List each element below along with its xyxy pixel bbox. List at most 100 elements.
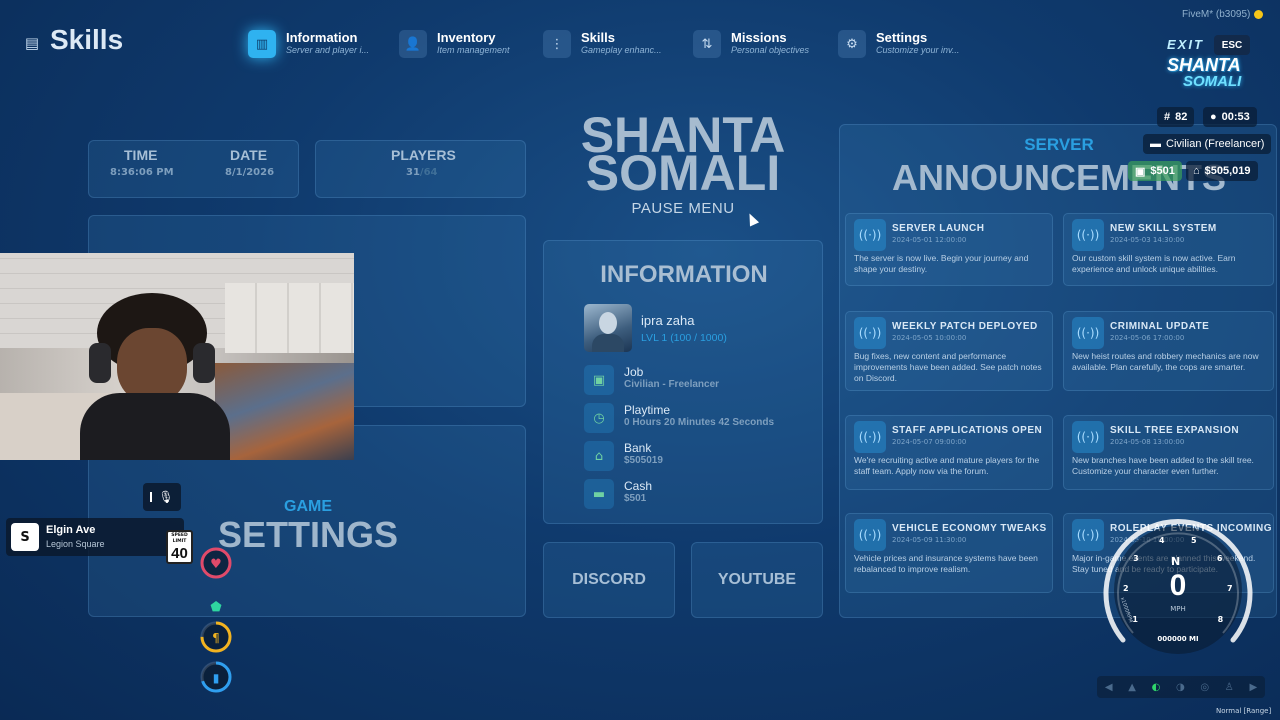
esc-button[interactable]: ESC xyxy=(1214,35,1250,55)
info-row-label: Playtime xyxy=(624,403,671,417)
announcement-body: We're recruiting active and mature playe… xyxy=(854,455,1040,476)
announcement-card[interactable]: ((·)) CRIMINAL UPDATE 2024-05-06 17:00:0… xyxy=(1063,311,1274,391)
time-value: 8:36:06 PM xyxy=(110,167,174,178)
broadcast-icon: ((·)) xyxy=(1072,317,1104,349)
skills-icon: ⋮ xyxy=(543,30,571,58)
player-avatar xyxy=(584,304,632,352)
map-icon: ▥ xyxy=(248,30,276,58)
streamer-silhouette xyxy=(75,273,235,460)
bank-icon: ⌂ xyxy=(1193,165,1200,177)
hash-icon: # xyxy=(1164,111,1171,123)
announcement-date: 2024-05-09 11:30:00 xyxy=(892,536,967,544)
time-date-panel: TIME 8:36:06 PM DATE 8/1/2026 xyxy=(88,140,299,198)
logo-line2: SOMALI xyxy=(1183,73,1242,90)
esc-label: ESC xyxy=(1221,39,1243,51)
announcement-body: Our custom skill system is now active. E… xyxy=(1072,253,1236,274)
nav-sub: Customize your inv... xyxy=(876,45,960,55)
speed-limit-sign: SPEED LIMIT 40 xyxy=(166,530,193,564)
nav-item-missions[interactable]: ⇅ Missions Personal objectives xyxy=(693,30,809,58)
gear-icon: ⚙ xyxy=(838,30,866,58)
nav-label: Settings xyxy=(876,30,928,45)
broadcast-icon: ((·)) xyxy=(1072,219,1104,251)
briefcase-icon: ▣ xyxy=(584,365,614,395)
info-row-label: Cash xyxy=(624,479,653,493)
nav-item-settings[interactable]: ⚙ Settings Customize your inv... xyxy=(838,30,959,58)
fivem-build-label: FiveM* (b3095) xyxy=(1182,9,1264,20)
webcam-overlay xyxy=(0,253,354,460)
information-title: INFORMATION xyxy=(600,261,768,288)
voice-bar-icon xyxy=(150,492,153,502)
announcement-body: The server is now live. Begin your journ… xyxy=(854,253,1029,274)
announcement-body: New branches have been added to the skil… xyxy=(1072,455,1254,476)
announcement-card[interactable]: ((·)) STAFF APPLICATIONS OPEN 2024-05-07… xyxy=(845,415,1053,490)
info-row-value: $501 xyxy=(624,493,647,504)
nav-item-information[interactable]: ▥ Information Server and player i... xyxy=(248,30,369,58)
speedometer: 12345678 N 0 MPH x1000RPM 000000 MI xyxy=(1093,515,1263,665)
player-name: ipra zaha xyxy=(641,313,695,328)
fivem-build-text: FiveM* (b3095) xyxy=(1182,9,1251,20)
announcement-title: STAFF APPLICATIONS OPEN xyxy=(892,425,1043,436)
announcement-card[interactable]: ((·)) VEHICLE ECONOMY TWEAKS 2024-05-09 … xyxy=(845,513,1053,593)
info-row-value: $505019 xyxy=(624,455,663,466)
rpm-tick-label: 8 xyxy=(1217,614,1224,624)
speed-unit: MPH xyxy=(1170,605,1186,613)
food-icon: ¶ xyxy=(212,631,220,645)
announcement-date: 2024-05-06 17:00:00 xyxy=(1110,334,1185,342)
youtube-button[interactable]: YOUTUBE xyxy=(691,542,823,618)
time-label: TIME xyxy=(124,147,158,163)
announcement-card[interactable]: ((·)) WEEKLY PATCH DEPLOYED 2024-05-05 1… xyxy=(845,311,1053,391)
announcement-card[interactable]: ((·)) SERVER LAUNCH 2024-05-01 12:00:00 … xyxy=(845,213,1053,286)
compass-direction: S xyxy=(11,523,39,551)
announcement-body: Vehicle prices and insurance systems hav… xyxy=(854,553,1038,574)
announcement-card[interactable]: ((·)) SKILL TREE EXPANSION 2024-05-08 13… xyxy=(1063,415,1274,490)
announcement-title: CRIMINAL UPDATE xyxy=(1110,321,1210,332)
exit-label: EXIT xyxy=(1167,37,1204,52)
announcement-date: 2024-05-05 10:00:00 xyxy=(892,334,967,342)
shield-icon: ⬟ xyxy=(210,600,222,615)
nav-label: Missions xyxy=(731,30,787,45)
announcement-date: 2024-05-07 09:00:00 xyxy=(892,438,967,446)
announcement-title: NEW SKILL SYSTEM xyxy=(1110,223,1217,234)
discord-button[interactable]: DISCORD xyxy=(543,542,675,618)
vehicle-mode: Normal [Range] xyxy=(1216,707,1272,715)
cash-badge: ▣ $501 xyxy=(1128,161,1182,181)
info-row-label: Job xyxy=(624,365,644,379)
broadcast-icon: ((·)) xyxy=(854,519,886,551)
announcement-title: WEEKLY PATCH DEPLOYED xyxy=(892,321,1038,332)
armor-status: ⬟ xyxy=(210,600,222,615)
briefcase-icon: ▬ xyxy=(1150,138,1161,150)
broadcast-icon: ((·)) xyxy=(854,219,886,251)
players-max: /64 xyxy=(419,167,438,178)
bank-badge: ⌂ $505,019 xyxy=(1186,161,1258,181)
gear-indicator: N xyxy=(1171,555,1181,568)
clock-icon: ◷ xyxy=(584,403,614,433)
thirst-status: ▮ xyxy=(200,661,232,693)
youtube-label: YOUTUBE xyxy=(717,571,797,588)
brand-line2: SOMALI xyxy=(585,145,781,201)
vehicle-indicators: ◀ ▲ ◐ ◑ ◎ ♙ ▶ xyxy=(1097,676,1265,698)
left-signal-icon: ◀ xyxy=(1104,681,1113,693)
warning-icon: ▲ xyxy=(1128,681,1136,693)
broadcast-icon: ((·)) xyxy=(1072,421,1104,453)
nav-sub: Item management xyxy=(437,45,510,55)
nav-label: Inventory xyxy=(437,30,496,45)
speed-limit-label: SPEED LIMIT xyxy=(171,533,188,544)
info-row-job: ▣ Job Civilian - Freelancer xyxy=(584,365,719,395)
announcement-date: 2024-05-08 13:00:00 xyxy=(1110,438,1185,446)
bank-icon: ⌂ xyxy=(584,441,614,471)
cash-value: $501 xyxy=(1150,165,1175,177)
rpm-tick-label: 6 xyxy=(1216,554,1223,564)
players-panel: PLAYERS 31/64 xyxy=(315,140,526,198)
information-panel: INFORMATION ipra zaha LVL 1 (100 / 1000)… xyxy=(543,240,823,524)
coin-icon xyxy=(1254,10,1264,19)
nav-item-skills[interactable]: ⋮ Skills Gameplay enhanc... xyxy=(543,30,662,58)
info-row-value: Civilian - Freelancer xyxy=(624,379,720,390)
nav-item-inventory[interactable]: 👤 Inventory Item management xyxy=(399,30,510,58)
announcement-body: New heist routes and robbery mechanics a… xyxy=(1072,351,1259,372)
nav-sub: Server and player i... xyxy=(286,45,370,55)
announcement-card[interactable]: ((·)) NEW SKILL SYSTEM 2024-05-03 14:30:… xyxy=(1063,213,1274,286)
mic-muted-icon: 🎙 xyxy=(158,490,174,504)
water-icon: ▮ xyxy=(213,671,220,685)
broadcast-icon: ((·)) xyxy=(854,421,886,453)
route-icon: ⇅ xyxy=(693,30,721,58)
